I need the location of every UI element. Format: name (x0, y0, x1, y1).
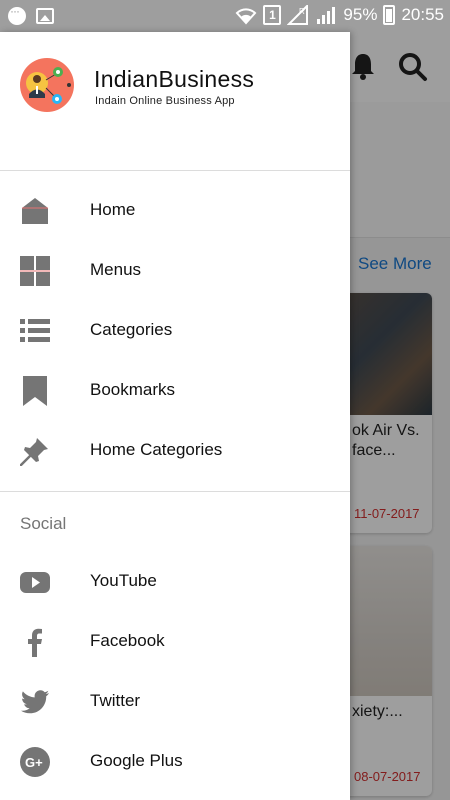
menu-item-label: Facebook (90, 631, 165, 650)
app-name: IndianBusiness (94, 66, 255, 92)
list-icon (20, 319, 50, 342)
drawer-header: IndianBusiness Indain Online Business Ap… (0, 32, 350, 171)
menu-item-label: Categories (90, 320, 173, 339)
menu-item-label: Bookmarks (90, 380, 176, 399)
app-tagline: Indain Online Business App (95, 95, 235, 107)
battery-icon (383, 5, 396, 25)
grid-icon (20, 256, 50, 286)
pin-icon (20, 438, 48, 466)
signal-strength-icon (317, 7, 336, 24)
status-bar: 1 R 95% 20:55 (0, 0, 450, 32)
menu-item-home[interactable]: Home (0, 181, 350, 241)
sim-indicator: 1 (263, 5, 282, 25)
menu-item-twitter[interactable]: Twitter (0, 672, 350, 732)
svg-text:G+: G+ (25, 755, 43, 770)
image-notification-icon (36, 8, 54, 24)
signal-icon: R (287, 5, 309, 25)
menu-item-bookmarks[interactable]: Bookmarks (0, 361, 350, 421)
businessman-logo-icon (26, 67, 71, 104)
menu-item-label: Home (90, 200, 136, 219)
drawer-scrim[interactable] (350, 32, 450, 800)
bookmark-icon (23, 376, 47, 406)
wifi-icon (236, 8, 257, 25)
facebook-icon (28, 628, 42, 657)
menu-item-label: YouTube (90, 571, 157, 590)
menu-item-label: Menus (90, 260, 142, 279)
battery-percent: 95% (343, 5, 378, 24)
menu-item-facebook[interactable]: Facebook (0, 612, 350, 672)
google-plus-icon: G+ (20, 747, 50, 777)
menu-item-youtube[interactable]: YouTube (0, 552, 350, 612)
network-type-label: R (299, 7, 305, 16)
notification-icon (8, 4, 26, 25)
menu-item-label: Home Categories (90, 440, 223, 459)
twitter-icon (21, 690, 49, 714)
menu-item-categories[interactable]: Categories (0, 301, 350, 361)
youtube-icon (20, 572, 50, 593)
clock: 20:55 (401, 5, 444, 24)
menu-item-label: Twitter (90, 691, 141, 710)
divider (0, 491, 350, 492)
navigation-drawer: IndianBusiness Indain Online Business Ap… (0, 32, 350, 800)
social-section-title: Social (20, 514, 67, 533)
app-logo (20, 58, 74, 112)
menu-item-google-plus[interactable]: G+ Google Plus (0, 732, 350, 792)
menu-item-home-categories[interactable]: Home Categories (0, 421, 350, 481)
menu-item-label: Google Plus (90, 751, 183, 770)
menu-item-menus[interactable]: Menus (0, 241, 350, 301)
home-icon (22, 198, 48, 224)
